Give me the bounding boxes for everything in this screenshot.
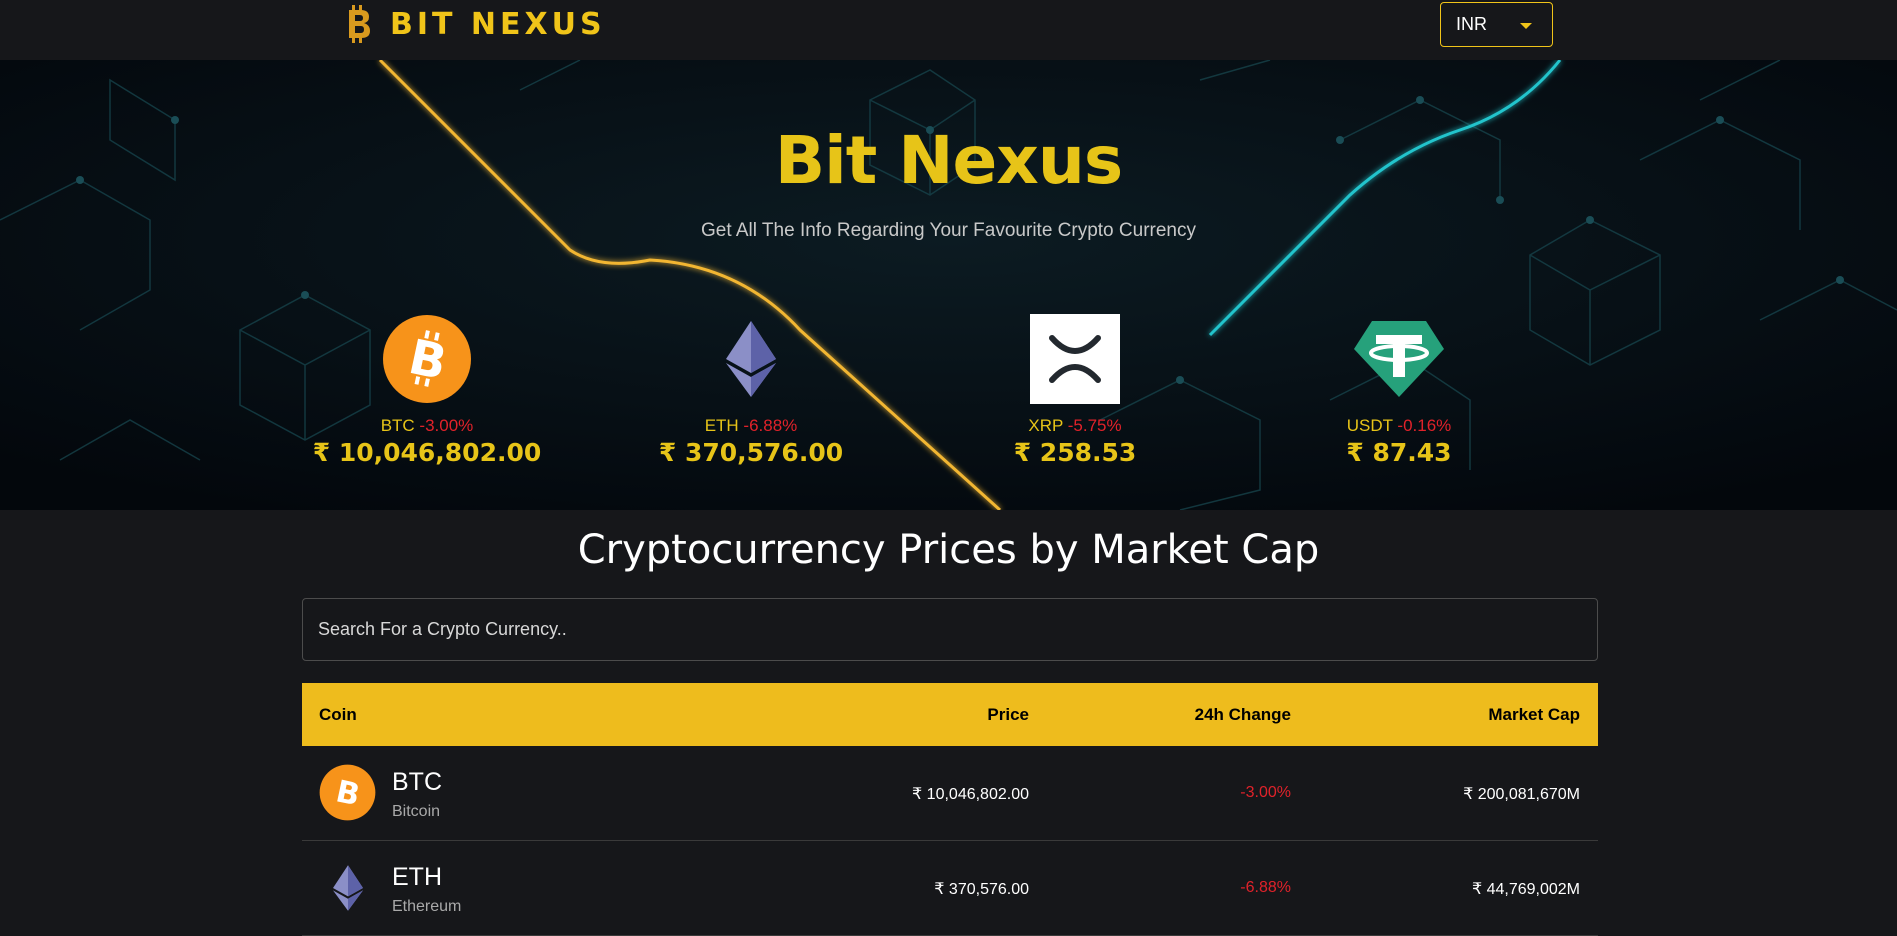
coin-symbol: USDT: [1346, 416, 1393, 435]
bitcoin-icon: B: [382, 314, 472, 404]
coin-market-cap: ₹ 200,081,670M: [1463, 786, 1580, 803]
coins-table: Coin Price 24h Change Market Cap B BTC B…: [302, 683, 1598, 936]
xrp-icon: [1030, 314, 1120, 404]
column-header-price[interactable]: Price: [987, 705, 1029, 725]
coin-symbol: ETH: [392, 863, 442, 891]
coin-change: -6.88%: [743, 416, 798, 435]
table-row[interactable]: ETH Ethereum ₹ 370,576.00 -6.88% ₹ 44,76…: [302, 841, 1598, 936]
coin-market-cap: ₹ 44,769,002M: [1471, 881, 1580, 898]
coin-price: ₹ 370,576.00: [934, 881, 1029, 898]
chevron-down-icon: [1520, 23, 1532, 29]
top-navbar: BIT NEXUS INR: [0, 0, 1897, 60]
bitcoin-logo-icon: [344, 2, 374, 46]
coin-price: ₹ 370,576.00: [658, 438, 844, 467]
table-header: Coin Price 24h Change Market Cap: [302, 683, 1598, 746]
coin-change: -6.88%: [1240, 879, 1291, 896]
coin-change: -3.00%: [1240, 784, 1291, 801]
coin-change: -5.75%: [1067, 416, 1122, 435]
trending-coin-eth[interactable]: ETH -6.88% ₹ 370,576.00: [631, 314, 871, 467]
brand-logo[interactable]: BIT NEXUS: [344, 2, 606, 46]
search-input[interactable]: [302, 598, 1598, 661]
coin-price: ₹ 10,046,802.00: [312, 438, 542, 467]
section-title: Cryptocurrency Prices by Market Cap: [577, 527, 1320, 573]
table-row[interactable]: B BTC Bitcoin ₹ 10,046,802.00 -3.00% ₹ 2…: [302, 746, 1598, 841]
coin-price: ₹ 87.43: [1346, 438, 1452, 467]
hero-subtitle: Get All The Info Regarding Your Favourit…: [701, 220, 1196, 241]
coin-symbol: ETH: [704, 416, 739, 435]
coin-price: ₹ 10,046,802.00: [912, 786, 1029, 803]
hero-banner: Bit Nexus Get All The Info Regarding You…: [0, 60, 1897, 510]
ethereum-icon: [319, 859, 376, 916]
trending-coin-xrp[interactable]: XRP -5.75% ₹ 258.53: [955, 314, 1195, 467]
coin-change: -3.00%: [419, 416, 474, 435]
coin-name: Bitcoin: [392, 803, 441, 820]
tether-icon: [1354, 314, 1444, 404]
coin-change: -0.16%: [1397, 416, 1452, 435]
coin-symbol: BTC: [392, 768, 442, 796]
ethereum-icon: [706, 314, 796, 404]
coin-price: ₹ 258.53: [1013, 438, 1137, 467]
column-header-coin[interactable]: Coin: [319, 705, 357, 725]
trending-coin-usdt[interactable]: USDT -0.16% ₹ 87.43: [1279, 314, 1519, 467]
currency-value: INR: [1456, 14, 1487, 34]
bitcoin-icon: B: [319, 764, 376, 821]
trending-coin-btc[interactable]: B BTC -3.00% ₹ 10,046,802.00: [307, 314, 547, 467]
currency-select[interactable]: INR: [1440, 2, 1553, 47]
coin-symbol: BTC: [380, 416, 415, 435]
hero-title: Bit Nexus: [774, 122, 1123, 199]
brand-name: BIT NEXUS: [390, 6, 606, 42]
coin-name: Ethereum: [392, 898, 462, 915]
column-header-change[interactable]: 24h Change: [1195, 705, 1291, 725]
column-header-market-cap[interactable]: Market Cap: [1488, 705, 1580, 725]
coin-symbol: XRP: [1028, 416, 1064, 435]
